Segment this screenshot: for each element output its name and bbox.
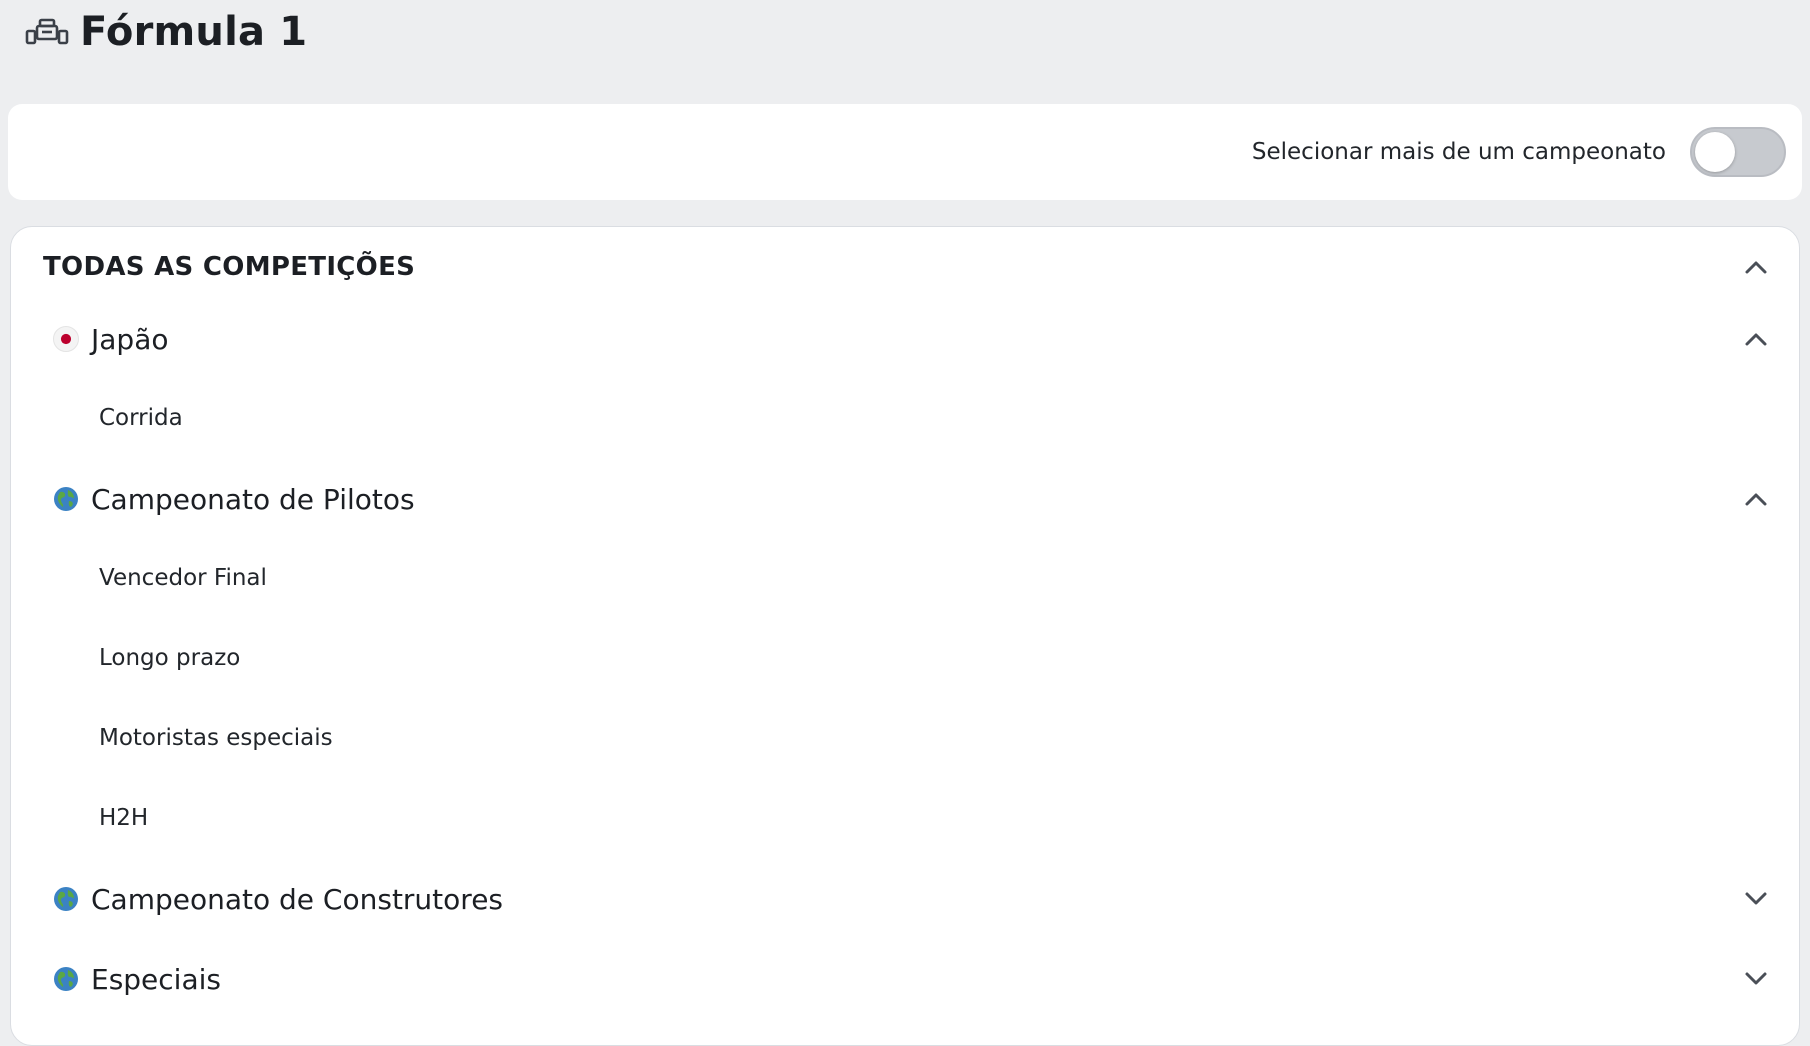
all-competitions-header[interactable]: TODAS AS COMPETIÇÕES bbox=[11, 227, 1799, 307]
sub-item-longo-prazo[interactable]: Longo prazo bbox=[11, 623, 1799, 693]
toggle-knob bbox=[1695, 132, 1735, 172]
formula-car-icon bbox=[24, 15, 70, 49]
japan-flag-icon bbox=[53, 326, 79, 352]
chevron-up-icon[interactable] bbox=[1743, 254, 1769, 280]
sub-item-corrida[interactable]: Corrida bbox=[11, 383, 1799, 453]
page-header: Fórmula 1 bbox=[24, 6, 307, 58]
sub-item-label: Motoristas especiais bbox=[99, 725, 333, 751]
sub-item-label: H2H bbox=[99, 805, 149, 831]
globe-icon bbox=[53, 966, 79, 992]
group-row-constructors-championship[interactable]: Campeonato de Construtores bbox=[11, 864, 1799, 934]
group-label-constructors-championship: Campeonato de Construtores bbox=[91, 882, 504, 916]
page-title: Fórmula 1 bbox=[80, 9, 308, 55]
multi-select-toggle[interactable] bbox=[1690, 127, 1786, 177]
multi-select-card: Selecionar mais de um campeonato bbox=[8, 104, 1802, 200]
sub-item-label: Longo prazo bbox=[99, 645, 241, 671]
chevron-down-icon[interactable] bbox=[1743, 966, 1769, 992]
sub-item-label: Corrida bbox=[99, 405, 183, 431]
group-label-specials: Especiais bbox=[91, 962, 221, 996]
competitions-panel: TODAS AS COMPETIÇÕES Japão Corrida Campe… bbox=[10, 226, 1800, 1046]
sub-item-label: Vencedor Final bbox=[99, 565, 267, 591]
globe-icon bbox=[53, 886, 79, 912]
group-label-drivers-championship: Campeonato de Pilotos bbox=[91, 482, 415, 516]
chevron-up-icon[interactable] bbox=[1743, 326, 1769, 352]
chevron-down-icon[interactable] bbox=[1743, 886, 1769, 912]
sub-item-motoristas-especiais[interactable]: Motoristas especiais bbox=[11, 703, 1799, 773]
chevron-up-icon[interactable] bbox=[1743, 486, 1769, 512]
sub-item-h2h[interactable]: H2H bbox=[11, 783, 1799, 853]
sub-item-vencedor-final[interactable]: Vencedor Final bbox=[11, 543, 1799, 613]
all-competitions-title: TODAS AS COMPETIÇÕES bbox=[43, 252, 416, 282]
group-row-drivers-championship[interactable]: Campeonato de Pilotos bbox=[11, 464, 1799, 534]
multi-select-label: Selecionar mais de um campeonato bbox=[1251, 139, 1666, 165]
group-row-specials[interactable]: Especiais bbox=[11, 944, 1799, 1014]
group-label-japan: Japão bbox=[91, 322, 169, 356]
group-row-japan[interactable]: Japão bbox=[11, 304, 1799, 374]
globe-icon bbox=[53, 486, 79, 512]
